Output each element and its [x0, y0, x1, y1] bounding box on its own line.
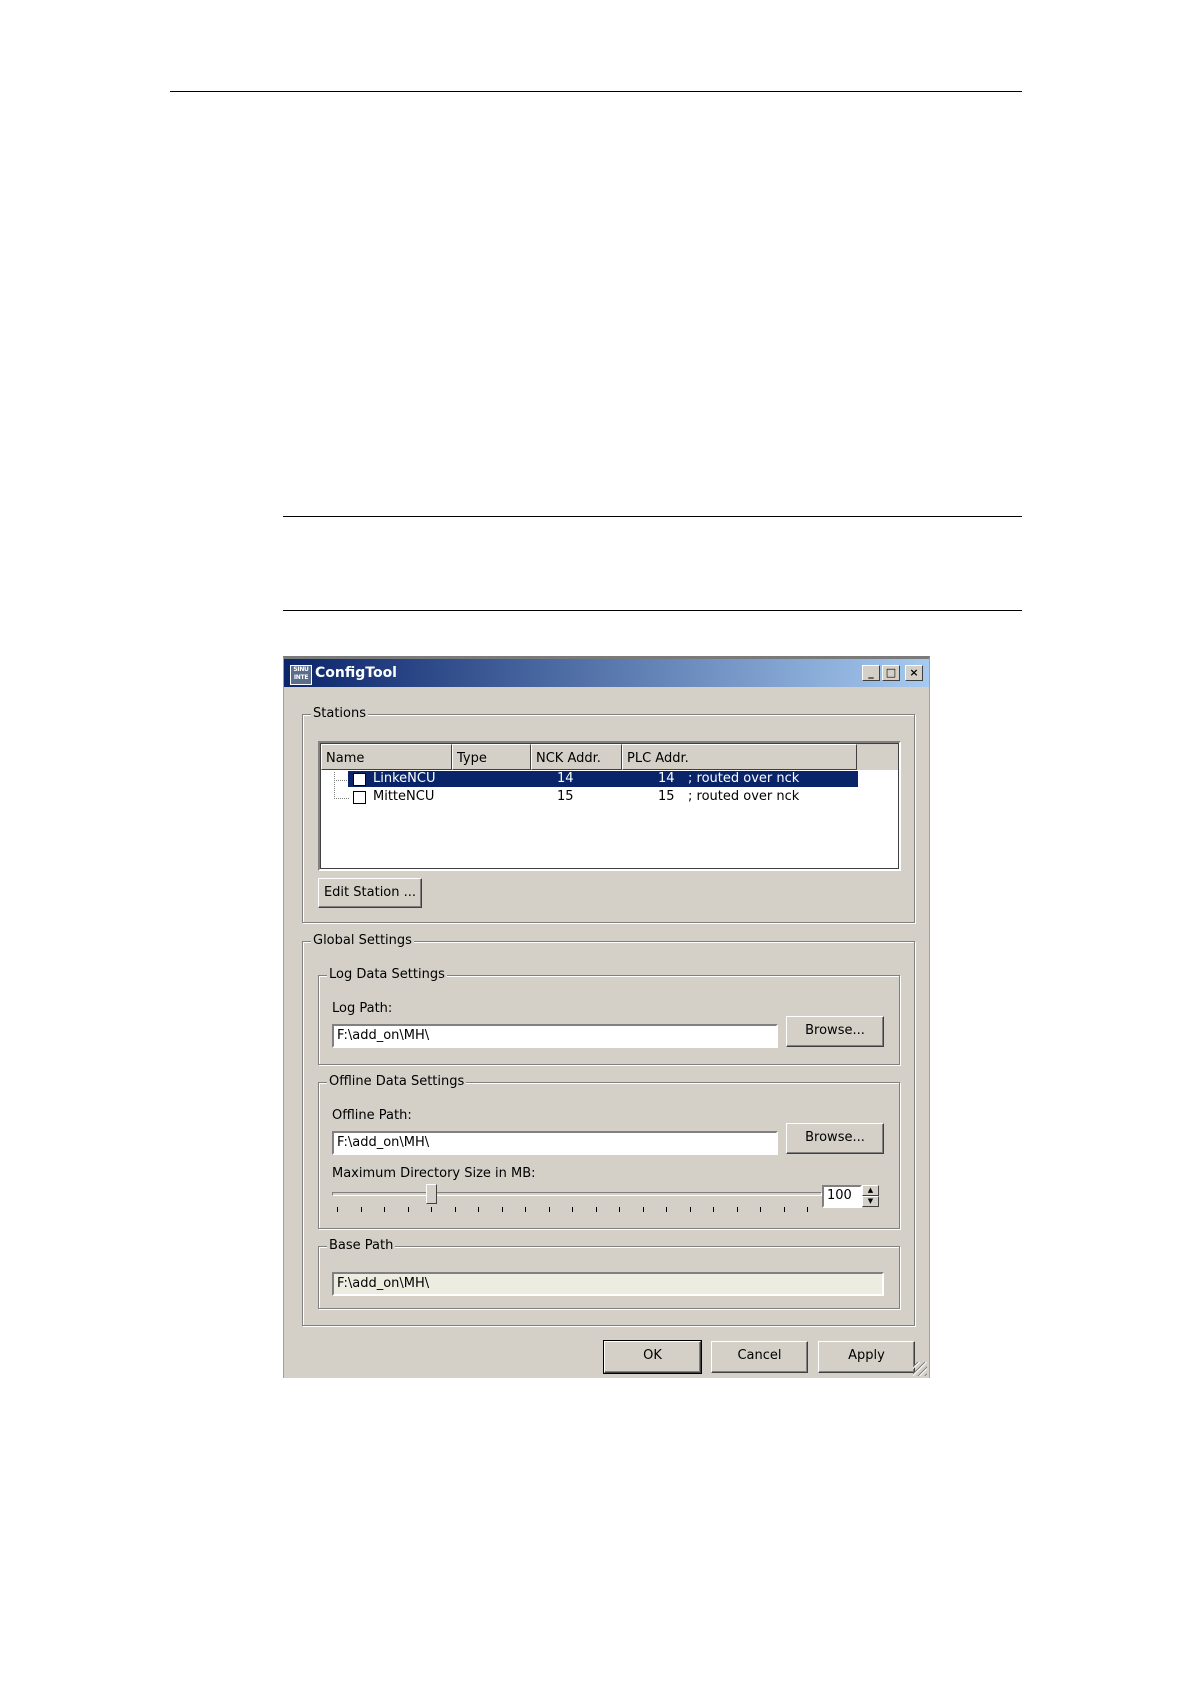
configtool-window: SINU INTE ConfigTool _ □ × Stations Name…	[283, 656, 930, 1378]
edit-station-button[interactable]: Edit Station ...	[318, 878, 422, 908]
window-title: ConfigTool	[315, 665, 397, 681]
offline-data-group: Offline Data Settings Offline Path: F:\a…	[318, 1074, 900, 1229]
station-plc-addr: 15	[658, 789, 675, 804]
station-comment: ; routed over nck	[688, 789, 800, 804]
station-name: LinkeNCU	[373, 771, 436, 786]
slider-tick	[384, 1207, 385, 1212]
spin-up-icon[interactable]: ▲	[862, 1185, 879, 1196]
size-slider-thumb[interactable]	[426, 1184, 437, 1204]
log-path-input[interactable]: F:\add_on\MH\	[332, 1024, 778, 1048]
slider-tick	[337, 1207, 338, 1212]
note-rule-bottom	[283, 610, 1022, 611]
minimize-button[interactable]: _	[862, 665, 880, 681]
station-row[interactable]: LinkeNCU 14 14 ; routed over nck	[320, 771, 858, 787]
resize-grip-icon[interactable]	[913, 1362, 927, 1376]
spin-down-icon[interactable]: ▼	[862, 1196, 879, 1207]
close-button[interactable]: ×	[905, 665, 923, 681]
base-path-input: F:\add_on\MH\	[332, 1272, 884, 1296]
maximize-button[interactable]: □	[882, 665, 900, 681]
station-plc-addr: 14	[658, 771, 675, 786]
slider-tick	[454, 1207, 456, 1212]
size-slider-track[interactable]	[332, 1192, 822, 1196]
slider-tick	[548, 1207, 550, 1212]
base-path-group: Base Path F:\add_on\MH\	[318, 1238, 900, 1309]
station-name: MitteNCU	[373, 789, 435, 804]
log-browse-button[interactable]: Browse...	[786, 1016, 884, 1047]
slider-tick	[666, 1207, 667, 1212]
slider-tick	[783, 1207, 785, 1212]
slider-tick	[807, 1207, 808, 1212]
page-header-rule	[170, 91, 1022, 92]
station-checkbox[interactable]	[353, 791, 366, 804]
slider-tick	[689, 1207, 691, 1212]
column-header-name[interactable]: Name	[321, 744, 452, 770]
station-nck-addr: 15	[557, 789, 574, 804]
log-data-label: Log Data Settings	[327, 967, 447, 982]
station-row[interactable]: MitteNCU 15 15 ; routed over nck	[320, 789, 858, 805]
offline-browse-button[interactable]: Browse...	[786, 1123, 884, 1154]
offline-path-label: Offline Path:	[332, 1108, 412, 1123]
base-path-label: Base Path	[327, 1238, 396, 1253]
station-comment: ; routed over nck	[688, 771, 800, 786]
slider-tick	[501, 1207, 503, 1212]
global-settings-label: Global Settings	[311, 933, 414, 948]
log-data-group: Log Data Settings Log Path: F:\add_on\MH…	[318, 967, 900, 1065]
slider-tick	[478, 1207, 479, 1212]
offline-path-input[interactable]: F:\add_on\MH\	[332, 1131, 778, 1155]
cancel-button[interactable]: Cancel	[711, 1341, 808, 1373]
column-header-plc-addr[interactable]: PLC Addr.	[622, 744, 857, 770]
note-rule-top	[283, 516, 1022, 517]
stations-group: Stations Name Type NCK Addr. PLC Addr. L…	[302, 706, 915, 923]
slider-tick	[713, 1207, 714, 1212]
ok-button[interactable]: OK	[603, 1340, 702, 1374]
slider-tick	[595, 1207, 597, 1212]
column-header-nck-addr[interactable]: NCK Addr.	[531, 744, 622, 770]
slider-tick	[572, 1207, 573, 1212]
station-nck-addr: 14	[557, 771, 574, 786]
size-value-input[interactable]: 100	[822, 1185, 862, 1208]
slider-tick	[360, 1207, 362, 1212]
slider-tick	[642, 1207, 644, 1212]
max-size-label: Maximum Directory Size in MB:	[332, 1166, 536, 1181]
global-settings-group: Global Settings Log Data Settings Log Pa…	[302, 933, 915, 1326]
slider-tick	[619, 1207, 620, 1212]
slider-tick	[736, 1207, 738, 1212]
list-header: Name Type NCK Addr. PLC Addr.	[321, 744, 898, 770]
slider-tick	[525, 1207, 526, 1212]
slider-tick	[431, 1207, 432, 1212]
title-bar[interactable]: SINU INTE ConfigTool _ □ ×	[284, 659, 929, 687]
station-checkbox[interactable]	[353, 773, 366, 786]
log-path-label: Log Path:	[332, 1001, 393, 1016]
slider-tick	[760, 1207, 761, 1212]
offline-data-label: Offline Data Settings	[327, 1074, 467, 1089]
apply-button[interactable]: Apply	[818, 1341, 915, 1373]
stations-list[interactable]: Name Type NCK Addr. PLC Addr. LinkeNCU 1…	[318, 741, 901, 871]
column-header-type[interactable]: Type	[452, 744, 531, 770]
slider-tick	[407, 1207, 409, 1212]
size-spinner: ▲ ▼	[862, 1185, 879, 1207]
stations-group-label: Stations	[311, 706, 368, 721]
app-logo-icon: SINU INTE	[290, 665, 312, 685]
